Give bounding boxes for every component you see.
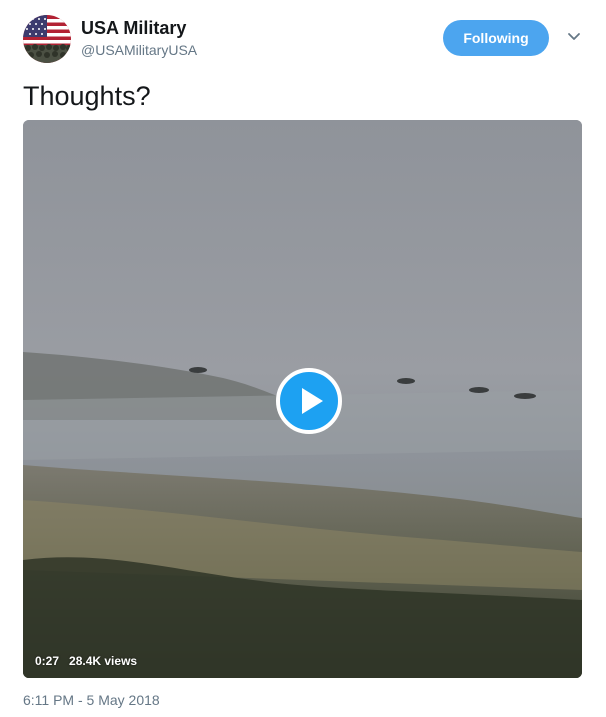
play-icon: [276, 368, 342, 434]
video-meta: 0:27 28.4K views: [35, 654, 147, 668]
tweet-timestamp[interactable]: 6:11 PM - 5 May 2018: [23, 692, 160, 708]
chevron-down-icon[interactable]: [566, 29, 582, 45]
following-button[interactable]: Following: [443, 20, 549, 56]
play-button[interactable]: [276, 368, 342, 434]
avatar[interactable]: [23, 15, 71, 63]
author-info: USA Military @USAMilitaryUSA: [81, 17, 197, 59]
tweet-header: USA Military @USAMilitaryUSA Following: [23, 15, 588, 65]
display-name[interactable]: USA Military: [81, 17, 197, 39]
video-player[interactable]: 0:27 28.4K views: [23, 120, 582, 678]
view-count: 28.4K views: [69, 654, 138, 668]
tweet-text: Thoughts?: [23, 81, 151, 111]
user-handle[interactable]: @USAMilitaryUSA: [81, 41, 197, 59]
flag-avatar-icon: [23, 15, 71, 63]
video-duration: 0:27: [35, 654, 60, 668]
